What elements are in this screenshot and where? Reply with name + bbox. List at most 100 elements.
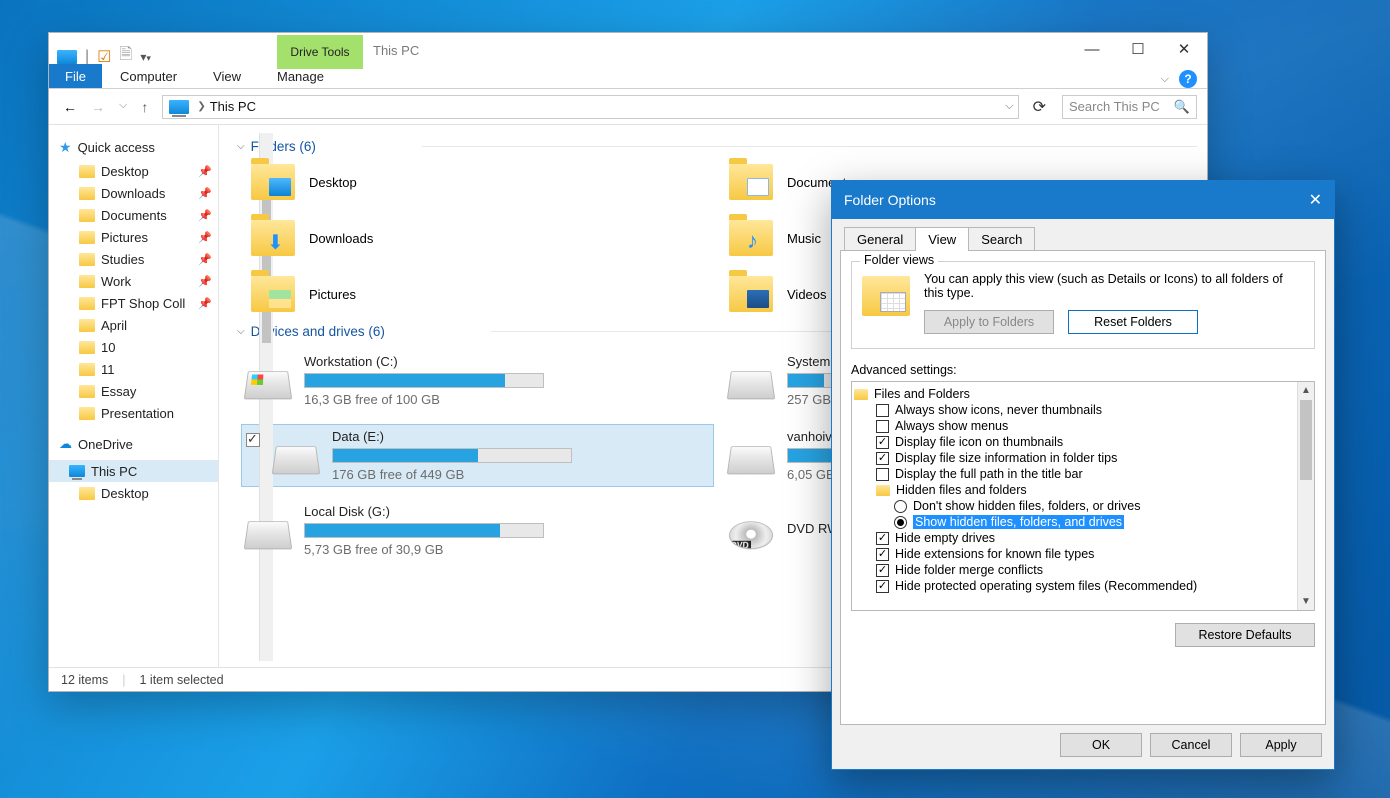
tree-item-studies[interactable]: Studies📌 (49, 248, 218, 270)
drive-item[interactable]: Local Disk (G:)5,73 GB free of 30,9 GB (241, 499, 714, 562)
ribbon-collapse-icon[interactable]: ⌵ (1161, 73, 1169, 86)
scroll-down-icon[interactable]: ▼ (1298, 593, 1314, 610)
tree-item-downloads[interactable]: Downloads📌 (49, 182, 218, 204)
close-button[interactable]: ✕ (1161, 33, 1207, 65)
tree-item-documents[interactable]: Documents📌 (49, 204, 218, 226)
folder-downloads[interactable]: Downloads (251, 220, 719, 256)
refresh-button[interactable]: ⟳ (1033, 97, 1046, 117)
checkbox[interactable] (876, 532, 889, 545)
folder-views-group: Folder views You can apply this view (su… (851, 261, 1315, 349)
adv-option[interactable]: Display the full path in the title bar (895, 467, 1083, 481)
tab-general[interactable]: General (844, 227, 916, 251)
search-box[interactable]: Search This PC 🔍 (1062, 95, 1197, 119)
folder-desktop[interactable]: Desktop (251, 164, 719, 200)
tab-manage[interactable]: Manage (259, 64, 342, 88)
checkbox[interactable] (876, 564, 889, 577)
tree-quick-access[interactable]: Quick access (78, 140, 155, 155)
checkbox[interactable] (876, 436, 889, 449)
adv-option[interactable]: Always show icons, never thumbnails (895, 403, 1102, 417)
checkbox[interactable] (876, 452, 889, 465)
adv-option-selected[interactable]: Show hidden files, folders, and drives (913, 515, 1124, 529)
up-button[interactable]: ↑ (141, 99, 148, 115)
pin-icon: 📌 (198, 187, 212, 200)
back-button[interactable]: ← (63, 99, 77, 115)
address-bar[interactable]: ❯ This PC ⌵ (162, 95, 1018, 119)
help-icon[interactable]: ? (1179, 70, 1197, 88)
checkbox[interactable] (876, 404, 889, 417)
tree-item-presentation[interactable]: Presentation (49, 402, 218, 424)
tree-item-pictures[interactable]: Pictures📌 (49, 226, 218, 248)
minimize-button[interactable]: — (1069, 33, 1115, 65)
apply-to-folders-button[interactable]: Apply to Folders (924, 310, 1054, 334)
dialog-close-button[interactable]: ✕ (1309, 190, 1322, 210)
tree-item-10[interactable]: 10 (49, 336, 218, 358)
window-title: This PC (373, 43, 419, 58)
drive-item[interactable]: Data (E:)176 GB free of 449 GB (241, 424, 714, 487)
tab-view[interactable]: View (915, 227, 969, 251)
onedrive-icon: ☁ (59, 436, 72, 452)
advanced-settings-list[interactable]: Files and FoldersAlways show icons, neve… (851, 381, 1315, 611)
tab-file[interactable]: File (49, 64, 102, 88)
qat-dropdown-icon[interactable]: ▾▾ (140, 50, 151, 64)
navigation-pane[interactable]: ★Quick access Desktop📌 Downloads📌 Docume… (49, 125, 219, 667)
folder-pictures[interactable]: Pictures (251, 276, 719, 312)
checkbox[interactable] (876, 548, 889, 561)
tree-this-pc[interactable]: This PC (49, 460, 218, 482)
checkbox[interactable] (876, 420, 889, 433)
section-folders[interactable]: ⌵ Folders (6) (237, 139, 1197, 154)
forward-button[interactable]: → (91, 99, 105, 115)
folder-icon (729, 220, 773, 256)
scrollbar-thumb[interactable] (1300, 400, 1312, 480)
address-this-pc-icon (169, 100, 189, 114)
hard-drive-icon (727, 446, 776, 474)
adv-option[interactable]: Hide extensions for known file types (895, 547, 1094, 561)
adv-option[interactable]: Hide protected operating system files (R… (895, 579, 1197, 593)
drive-checkbox[interactable] (246, 433, 260, 447)
reset-folders-button[interactable]: Reset Folders (1068, 310, 1198, 334)
folder-icon (79, 407, 95, 420)
tree-item-work[interactable]: Work📌 (49, 270, 218, 292)
folder-icon (79, 385, 95, 398)
recent-locations-icon[interactable]: ⌵ (119, 99, 127, 115)
tree-onedrive[interactable]: OneDrive (78, 437, 133, 452)
restore-defaults-button[interactable]: Restore Defaults (1175, 623, 1315, 647)
cancel-button[interactable]: Cancel (1150, 733, 1232, 757)
breadcrumb-this-pc[interactable]: This PC (210, 99, 256, 114)
adv-option[interactable]: Don't show hidden files, folders, or dri… (913, 499, 1141, 513)
tree-item-fpt-shop[interactable]: FPT Shop Coll📌 (49, 292, 218, 314)
title-bar[interactable]: | ☑ 🗎 ▾▾ Drive Tools This PC — ☐ ✕ File … (49, 33, 1207, 89)
tab-view[interactable]: View (195, 64, 259, 88)
adv-option[interactable]: Display file icon on thumbnails (895, 435, 1063, 449)
tree-desktop-sub[interactable]: Desktop (49, 482, 218, 504)
dialog-title-bar[interactable]: Folder Options ✕ (832, 181, 1334, 219)
status-selected-count: 1 item selected (140, 673, 224, 687)
tab-search[interactable]: Search (968, 227, 1035, 251)
tree-item-11[interactable]: 11 (49, 358, 218, 380)
checkbox[interactable] (876, 468, 889, 481)
radio[interactable] (894, 516, 907, 529)
ok-button[interactable]: OK (1060, 733, 1142, 757)
radio[interactable] (894, 500, 907, 513)
tree-item-desktop[interactable]: Desktop📌 (49, 160, 218, 182)
checkbox[interactable] (876, 580, 889, 593)
this-pc-icon (69, 465, 85, 477)
scrollbar-thumb[interactable] (262, 183, 271, 343)
advanced-scrollbar[interactable]: ▲ ▼ (1297, 382, 1314, 610)
chevron-right-icon[interactable]: ❯ (197, 101, 205, 112)
maximize-button[interactable]: ☐ (1115, 33, 1161, 65)
tree-item-april[interactable]: April (49, 314, 218, 336)
scroll-up-icon[interactable]: ▲ (1298, 382, 1314, 399)
folder-icon (79, 275, 95, 288)
tab-computer[interactable]: Computer (102, 64, 195, 88)
pin-icon: 📌 (198, 275, 212, 288)
adv-option[interactable]: Hide folder merge conflicts (895, 563, 1043, 577)
apply-button[interactable]: Apply (1240, 733, 1322, 757)
adv-option[interactable]: Display file size information in folder … (895, 451, 1117, 465)
adv-option[interactable]: Hide empty drives (895, 531, 995, 545)
drive-item[interactable]: Workstation (C:)16,3 GB free of 100 GB (241, 349, 714, 412)
tree-item-essay[interactable]: Essay (49, 380, 218, 402)
adv-option[interactable]: Always show menus (895, 419, 1008, 433)
folder-icon (251, 164, 295, 200)
folder-views-icon (862, 276, 910, 316)
address-dropdown-icon[interactable]: ⌵ (1005, 100, 1013, 113)
